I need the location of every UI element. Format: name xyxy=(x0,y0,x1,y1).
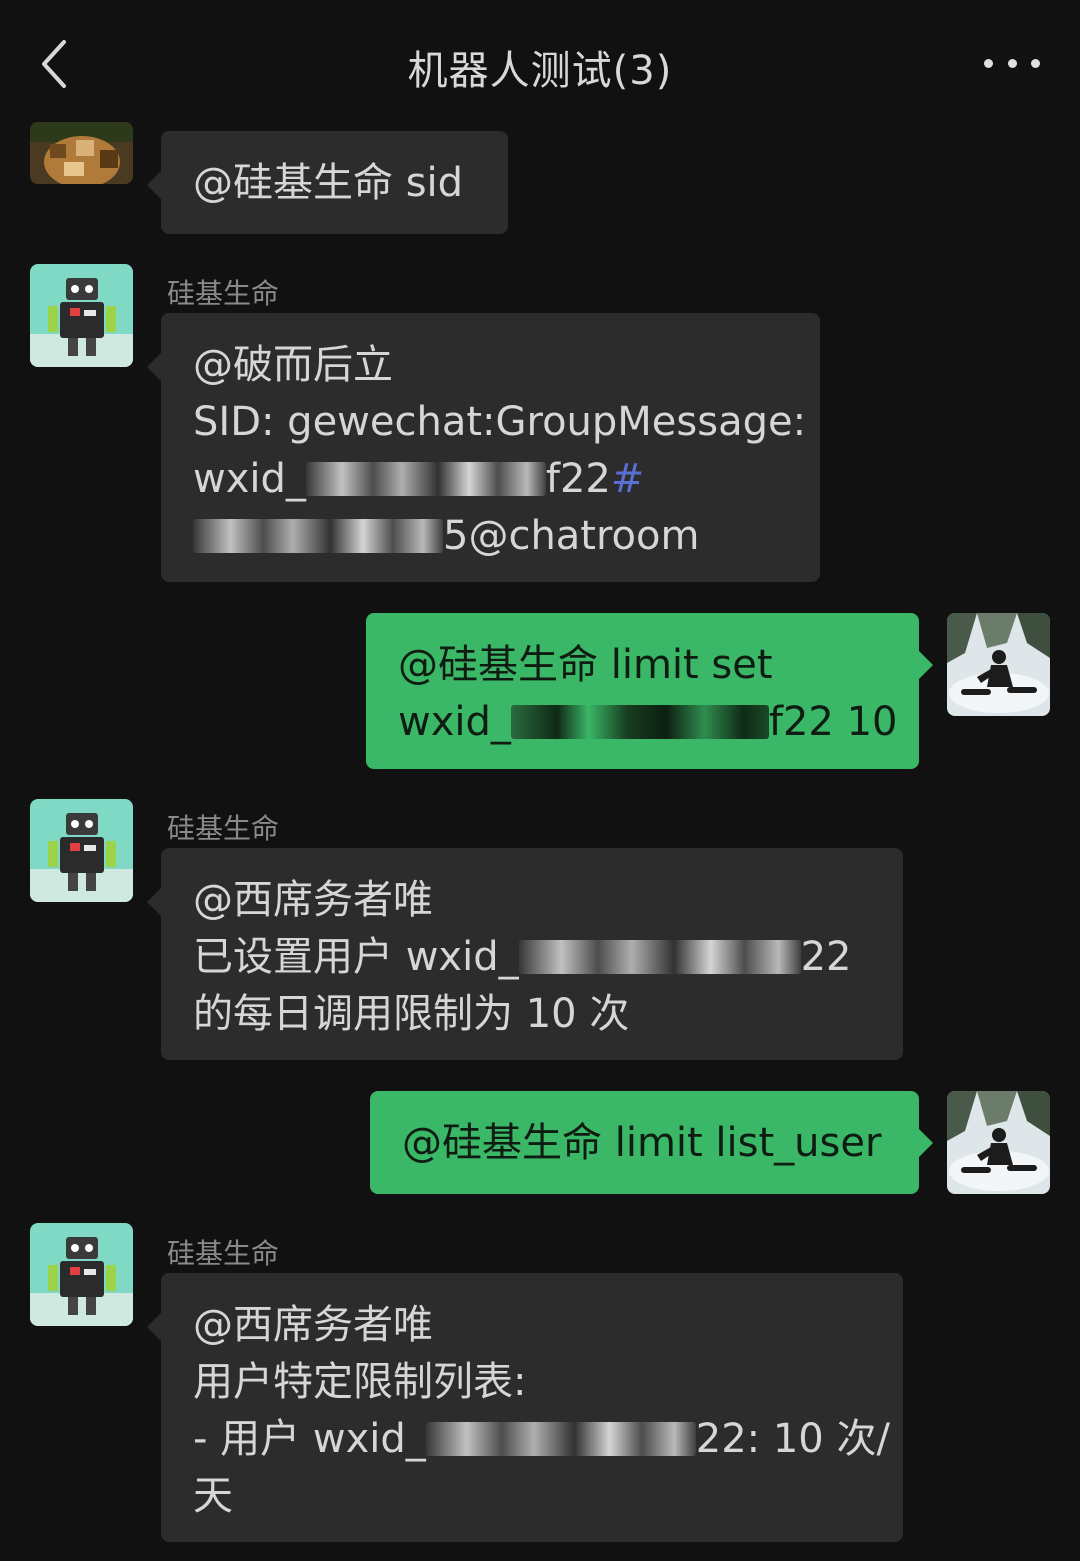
message-text: 用户特定限制列表: xyxy=(193,1359,527,1405)
message-bubble[interactable]: @硅基生命 limit set wxid_ f22 10 xyxy=(366,613,933,769)
message-text-line: - 用户 wxid_ 22: 10 次/ xyxy=(193,1416,890,1462)
sender-name: 硅基生命 xyxy=(167,812,280,845)
message-text: @硅基生命 limit set xyxy=(398,642,773,688)
chat-title: 机器人测试(3) xyxy=(407,48,673,94)
redacted-id-blur xyxy=(518,940,801,974)
message-bubble[interactable]: @硅基生命 sid xyxy=(147,131,508,234)
redacted-id-blur xyxy=(193,519,443,553)
message-bubble[interactable]: @西席务者唯 已设置用户 wxid_ 22 的每日调用限制为 10 次 xyxy=(147,848,903,1060)
message-text: 的每日调用限制为 10 次 xyxy=(193,991,630,1037)
snowboarder-avatar-icon[interactable] xyxy=(947,1091,1050,1194)
message-text-line: wxid_ f22 10 xyxy=(398,699,898,745)
message-text-line: 已设置用户 wxid_ 22 xyxy=(193,934,852,980)
message-text-line: 5@chatroom xyxy=(193,508,788,565)
message-bubble[interactable]: @破而后立 SID: gewechat:GroupMessage: wxid_ f… xyxy=(147,313,820,582)
message-text: @破而后立 xyxy=(193,342,393,388)
robot-avatar-icon[interactable] xyxy=(30,1223,133,1326)
redacted-id-blur xyxy=(510,705,769,739)
robot-avatar-icon[interactable] xyxy=(30,799,133,902)
message-text-line: wxid_ f22# xyxy=(193,456,645,502)
robot-avatar-icon[interactable] xyxy=(30,264,133,367)
redacted-id-blur xyxy=(305,462,546,496)
redacted-id-blur xyxy=(425,1422,696,1456)
chat-header: 机器人测试(3) xyxy=(0,0,1080,125)
message-text: @西席务者唯 xyxy=(193,1302,433,1348)
user-avatar-icon[interactable] xyxy=(30,122,133,184)
snowboarder-avatar-icon[interactable] xyxy=(947,613,1050,716)
message-text: @硅基生命 limit list_user xyxy=(402,1120,882,1166)
message-text: SID: gewechat:GroupMessage: xyxy=(193,399,807,445)
message-text: @西席务者唯 xyxy=(193,877,433,923)
message-bubble[interactable]: @西席务者唯 用户特定限制列表: - 用户 wxid_ 22: 10 次/ 天 xyxy=(147,1273,903,1542)
message-bubble[interactable]: @硅基生命 limit list_user xyxy=(370,1091,933,1194)
sender-name: 硅基生命 xyxy=(167,1237,280,1270)
more-options-icon[interactable] xyxy=(984,48,1040,78)
message-text: 天 xyxy=(193,1473,233,1519)
sender-name: 硅基生命 xyxy=(167,277,280,310)
message-text: @硅基生命 sid xyxy=(193,160,464,206)
